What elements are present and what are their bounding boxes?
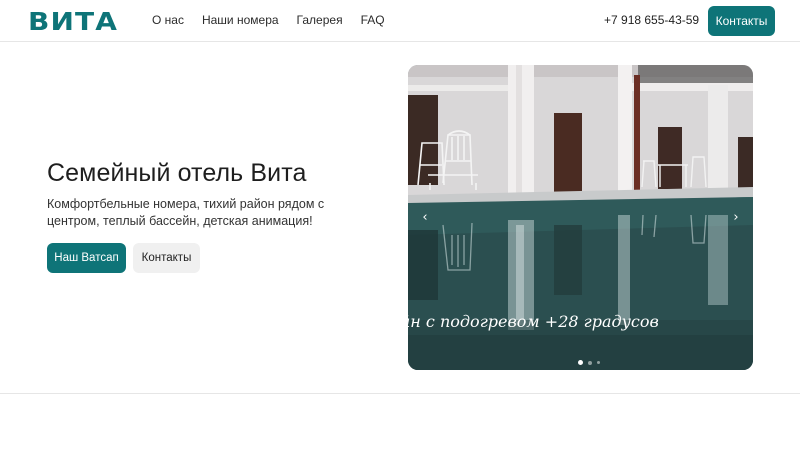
phone-number[interactable]: +7 918 655-43-59 (604, 13, 699, 27)
whatsapp-button[interactable]: Наш Ватсап (47, 243, 126, 273)
carousel-dot-2[interactable] (588, 360, 592, 365)
hero-subtitle: Комфортбельные номера, тихий район рядом… (47, 197, 325, 228)
header-contacts-button[interactable]: Контакты (708, 6, 775, 36)
nav-link-about[interactable]: О нас (152, 13, 184, 27)
nav-link-rooms[interactable]: Наши номера (202, 13, 279, 27)
carousel-indicators (578, 360, 600, 365)
chevron-right-icon[interactable]: › (727, 208, 745, 226)
site-header: ВИТА О нас Наши номера Галерея FAQ +7 91… (0, 0, 800, 42)
photo-carousel[interactable]: йн с подогревом +28 градусов ‹ › (408, 65, 753, 370)
carousel-dot-3[interactable] (597, 361, 600, 364)
section-divider (0, 393, 800, 394)
carousel-dot-1[interactable] (578, 360, 583, 365)
nav-link-gallery[interactable]: Галерея (297, 13, 343, 27)
slide-caption: йн с подогревом +28 градусов (408, 312, 659, 331)
hero-contacts-button[interactable]: Контакты (133, 243, 200, 273)
hero-title: Семейный отель Вита (47, 159, 307, 187)
main-nav: О нас Наши номера Галерея FAQ (152, 13, 385, 27)
site-logo[interactable]: ВИТА (28, 8, 118, 36)
nav-link-faq[interactable]: FAQ (361, 13, 385, 27)
chevron-left-icon[interactable]: ‹ (416, 208, 434, 226)
